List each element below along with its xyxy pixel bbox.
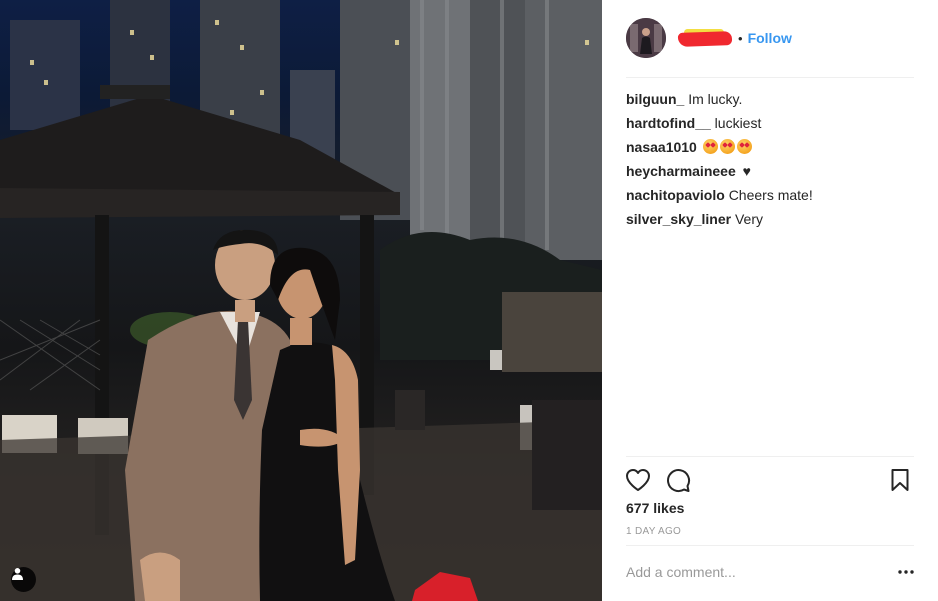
redacted-username[interactable] [677,29,734,47]
comment-username[interactable]: hardtofind__ [626,115,711,131]
heart-outline-icon [626,469,650,491]
post-actions [624,466,914,494]
comment-item: bilguun_ Im lucky. [626,90,914,114]
avatar-image [626,18,666,58]
add-comment-input[interactable] [626,563,876,581]
more-options-button[interactable] [896,562,916,582]
post-timestamp[interactable]: 1 DAY AGO [626,526,681,537]
header-separator: • [738,30,743,46]
speech-bubble-icon [667,469,691,493]
comment-username[interactable]: bilguun_ [626,91,684,107]
comment-text: luckiest [714,115,762,131]
comment-username[interactable]: nasaa1010 [626,139,697,155]
like-button[interactable] [624,466,652,494]
star-struck-emoji-icon [736,139,752,154]
comment-text: Very [734,211,763,227]
post-photo[interactable] [0,0,602,601]
comment-item: nachitopaviolo Cheers mate! [626,186,914,210]
ellipsis-icon [898,570,914,574]
comment-item: silver_sky_liner Very [626,210,914,234]
comment-divider [626,545,914,546]
avatar[interactable] [626,18,666,58]
comment-button[interactable] [664,466,692,494]
post-side-panel: • Follow bilguun_ Im lucky. hardtofind__… [602,0,938,601]
star-struck-emoji-icon [702,139,718,154]
comment-text: Cheers mate! [728,187,813,203]
save-button[interactable] [886,466,914,494]
comment-username[interactable]: silver_sky_liner [626,211,731,227]
follow-button[interactable]: Follow [748,30,792,46]
comment-item: heycharmaineee ♥ [626,162,914,186]
header-divider [626,77,914,78]
post-header: • Follow [626,17,912,59]
comment-item: nasaa1010 [626,138,914,162]
comment-list: bilguun_ Im lucky. hardtofind__ luckiest… [626,90,914,234]
star-struck-emoji-icon [719,139,735,154]
black-heart-emoji-icon: ♥ [742,163,751,179]
comment-item: hardtofind__ luckiest [626,114,914,138]
actions-divider [626,456,914,457]
photo-scene [0,0,602,601]
bookmark-icon [891,469,909,491]
like-count[interactable]: 677 likes [626,500,684,516]
tag-people-button[interactable] [11,567,36,592]
comment-username[interactable]: nachitopaviolo [626,187,725,203]
redaction-mark-red [677,31,733,47]
person-tag-icon [12,568,23,580]
comment-username[interactable]: heycharmaineee [626,163,736,179]
comment-text: Im lucky. [688,91,743,107]
